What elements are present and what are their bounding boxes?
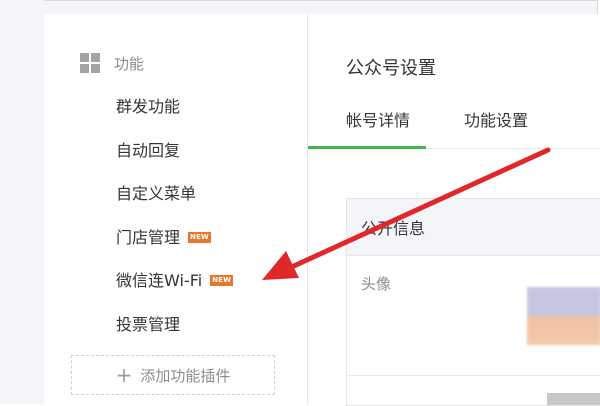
sidebar-item-label: 微信连Wi-Fi xyxy=(116,271,203,291)
page-title: 公众号设置 xyxy=(346,58,436,79)
new-badge: NEW xyxy=(210,275,234,287)
add-plugin-button[interactable]: + 添加功能插件 xyxy=(71,355,275,395)
sidebar-item-label: 投票管理 xyxy=(116,314,181,334)
sidebar-item-store-management[interactable]: 门店管理 NEW xyxy=(116,227,233,271)
sidebar-item-label: 自动回复 xyxy=(116,140,181,160)
sidebar: 功能 群发功能 自动回复 自定义菜单 门店管理 NEW 微信连Wi-Fi NEW… xyxy=(44,14,308,404)
tab-label: 功能设置 xyxy=(464,111,529,130)
sidebar-item-auto-reply[interactable]: 自动回复 xyxy=(116,140,233,184)
tab-label: 帐号详情 xyxy=(346,111,411,130)
tab-account-details[interactable]: 帐号详情 xyxy=(307,110,427,149)
sidebar-item-label: 群发功能 xyxy=(116,97,181,116)
sidebar-section-title: 功能 xyxy=(114,54,145,73)
sidebar-section-header: 功能 xyxy=(80,52,144,74)
tab-feature-settings[interactable]: 功能设置 xyxy=(464,110,528,148)
panel-header: 公开信息 xyxy=(347,199,600,256)
plus-icon: + xyxy=(115,363,133,387)
sidebar-item-custom-menu[interactable]: 自定义菜单 xyxy=(116,183,233,227)
public-info-panel: 公开信息 头像 xyxy=(346,198,600,406)
grid-icon xyxy=(80,53,100,73)
sidebar-item-mass-send[interactable]: 群发功能 xyxy=(116,96,233,140)
sidebar-item-label: 自定义菜单 xyxy=(116,184,197,204)
add-plugin-label: 添加功能插件 xyxy=(140,366,231,385)
avatar-label: 头像 xyxy=(361,275,392,293)
sidebar-item-label: 门店管理 xyxy=(116,227,181,247)
tab-bar: 帐号详情 功能设置 xyxy=(307,106,600,149)
sidebar-item-wifi[interactable]: 微信连Wi-Fi NEW xyxy=(116,270,234,314)
sidebar-item-voting[interactable]: 投票管理 xyxy=(116,314,233,358)
avatar[interactable] xyxy=(527,287,600,345)
main-content: 公众号设置 帐号详情 功能设置 公开信息 头像 xyxy=(307,14,600,406)
new-badge: NEW xyxy=(188,231,211,243)
left-gutter xyxy=(0,0,44,404)
sidebar-menu: 群发功能 自动回复 自定义菜单 门店管理 NEW 微信连Wi-Fi NEW 投票… xyxy=(116,96,234,358)
divider xyxy=(347,375,600,376)
blurred-content xyxy=(547,393,600,405)
